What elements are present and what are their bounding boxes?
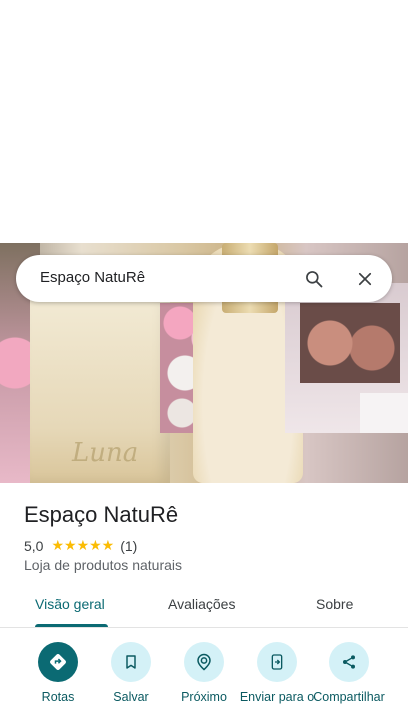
directions-button[interactable]: Rotas	[20, 640, 96, 704]
send-to-phone-button[interactable]: Enviar para o	[239, 640, 315, 704]
nearby-icon	[184, 642, 224, 682]
share-icon	[329, 642, 369, 682]
place-tabs: Visão geral Avaliações Sobre	[0, 582, 408, 628]
photo-card	[360, 393, 408, 433]
directions-label: Rotas	[41, 690, 75, 704]
bookmark-icon	[111, 642, 151, 682]
tab-overview[interactable]: Visão geral	[35, 596, 105, 612]
save-button[interactable]: Salvar	[93, 640, 169, 704]
tab-reviews[interactable]: Avaliações	[168, 596, 235, 612]
tab-about[interactable]: Sobre	[316, 596, 353, 612]
nearby-button[interactable]: Próximo	[166, 640, 242, 704]
action-bar: Rotas Salvar Próximo Enviar para o Compa…	[0, 640, 408, 726]
rating-value: 5,0	[24, 537, 44, 554]
search-icon[interactable]	[301, 266, 327, 292]
send-to-phone-icon	[257, 642, 297, 682]
rating-row[interactable]: 5,0 ★★★★★ (1)	[24, 537, 137, 554]
review-count[interactable]: (1)	[120, 538, 137, 554]
photo-box-logo: Luna	[72, 438, 139, 468]
share-button[interactable]: Compartilhar	[311, 640, 387, 704]
search-bar[interactable]: Espaço NatuRê	[16, 255, 392, 302]
place-title: Espaço NatuRê	[24, 502, 179, 527]
send-to-phone-label: Enviar para o	[239, 690, 315, 704]
active-tab-indicator	[35, 624, 108, 627]
directions-icon	[38, 642, 78, 682]
close-icon[interactable]	[352, 266, 378, 292]
photo-framed-picture	[300, 303, 400, 383]
map-area-blank	[0, 0, 408, 243]
star-rating-icon: ★★★★★	[51, 537, 115, 553]
nearby-label: Próximo	[181, 690, 227, 704]
save-label: Salvar	[113, 690, 149, 704]
search-input[interactable]: Espaço NatuRê	[40, 269, 145, 286]
share-label: Compartilhar	[313, 690, 385, 704]
place-category[interactable]: Loja de produtos naturais	[24, 557, 182, 573]
